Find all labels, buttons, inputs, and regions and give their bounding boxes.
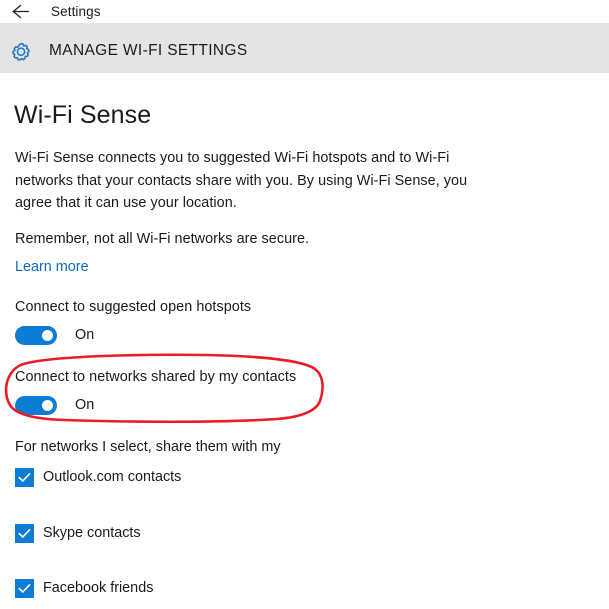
- setting-label-suggested-hotspots: Connect to suggested open hotspots: [15, 299, 252, 315]
- intro-paragraph: Wi-Fi Sense connects you to suggested Wi…: [15, 150, 468, 211]
- toggle-shared-networks[interactable]: [15, 396, 57, 415]
- toggle-suggested-hotspots[interactable]: [15, 326, 57, 345]
- checkbox-skype-contacts[interactable]: [15, 524, 34, 543]
- app-name-label: Settings: [51, 4, 101, 19]
- checkbox-facebook-friends[interactable]: [15, 579, 34, 598]
- setting-label-shared-networks: Connect to networks shared by my contact…: [15, 369, 297, 385]
- share-group-label: For networks I select, share them with m…: [15, 439, 281, 455]
- title-bar: Settings: [0, 0, 609, 23]
- toggle-state-label-suggested-hotspots: On: [75, 327, 95, 343]
- page-header-title: MANAGE WI-FI SETTINGS: [49, 42, 248, 59]
- learn-more-link[interactable]: Learn more: [15, 257, 89, 277]
- checkbox-label-skype-contacts: Skype contacts: [43, 525, 141, 541]
- toggle-knob: [42, 330, 53, 341]
- security-note: Remember, not all Wi-Fi networks are sec…: [15, 231, 310, 247]
- toggle-state-label-shared-networks: On: [75, 397, 95, 413]
- toggle-knob: [42, 400, 53, 411]
- page-title: Wi-Fi Sense: [14, 101, 152, 129]
- checkbox-label-facebook-friends: Facebook friends: [43, 580, 154, 596]
- back-arrow-icon[interactable]: [9, 2, 31, 21]
- checkbox-outlook-contacts[interactable]: [15, 468, 34, 487]
- gear-icon: [6, 38, 36, 68]
- checkbox-label-outlook-contacts: Outlook.com contacts: [43, 469, 182, 485]
